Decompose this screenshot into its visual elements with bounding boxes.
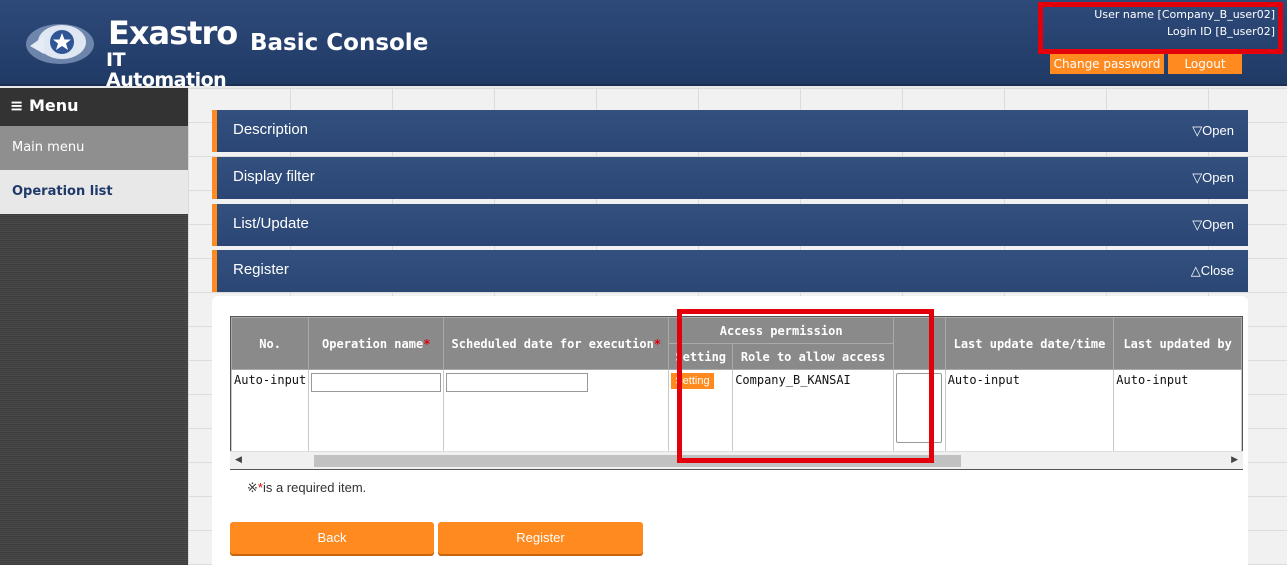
scheduled-date-input[interactable] <box>446 373 589 392</box>
section-toggle[interactable]: △Close <box>1191 263 1234 279</box>
section-toggle[interactable]: ▽Open <box>1192 170 1234 186</box>
cell-scheduled-date <box>443 369 670 452</box>
exastro-logo-icon <box>26 24 94 64</box>
section-display-filter[interactable]: Display filter ▽Open <box>212 157 1248 199</box>
logo-subtitle: IT Automation <box>106 49 227 91</box>
required-note-text: is a required item. <box>262 480 367 495</box>
required-mark: * <box>423 336 431 351</box>
back-button[interactable]: Back <box>230 522 434 554</box>
sidebar-item-main-menu[interactable]: Main menu <box>0 126 188 170</box>
col-last-updated-by: Last updated by <box>1113 317 1242 370</box>
scroll-left-icon[interactable]: ◀ <box>235 455 242 465</box>
operation-name-input[interactable] <box>311 373 442 392</box>
logo-wordmark: Exastro <box>108 14 238 52</box>
cell-last-updated-by: Auto-input <box>1113 369 1242 452</box>
cell-operation-name <box>308 369 445 452</box>
section-toggle[interactable]: ▽Open <box>1192 217 1234 233</box>
col-operation-name: Operation name* <box>308 317 445 370</box>
col-last-update: Last update date/time <box>944 317 1115 370</box>
logout-button[interactable]: Logout <box>1168 54 1242 74</box>
col-operation-name-label: Operation name <box>322 336 424 351</box>
console-title: Basic Console <box>250 30 429 56</box>
section-toggle[interactable]: ▽Open <box>1192 123 1234 139</box>
cell-last-update: Auto-input <box>944 369 1115 452</box>
main-content: Description ▽Open Display filter ▽Open L… <box>188 88 1287 565</box>
col-scheduled-date: Scheduled date for execution* <box>443 317 670 370</box>
section-label: List/Update <box>233 215 309 232</box>
section-register[interactable]: Register △Close <box>212 250 1248 292</box>
register-button[interactable]: Register <box>438 522 643 554</box>
sidebar-item-operation-list[interactable]: Operation list <box>0 170 188 214</box>
sidebar: ≡ Menu Main menu Operation list <box>0 88 188 565</box>
section-label: Register <box>233 261 289 278</box>
section-label: Display filter <box>233 168 315 185</box>
register-panel: No. Operation name* Scheduled date for e… <box>212 296 1248 565</box>
col-scheduled-date-label: Scheduled date for execution <box>451 336 654 351</box>
required-mark: * <box>653 336 662 351</box>
section-label: Description <box>233 121 309 138</box>
cell-no: Auto-input <box>231 369 310 452</box>
section-list-update[interactable]: List/Update ▽Open <box>212 204 1248 246</box>
exastro-logo: Exastro IT Automation <box>22 14 238 90</box>
required-note: ※*is a required item. <box>247 480 366 496</box>
access-permission-highlight <box>677 309 934 463</box>
user-info-highlight <box>1038 2 1283 54</box>
section-description[interactable]: Description ▽Open <box>212 110 1248 152</box>
required-note-prefix: ※ <box>247 480 258 495</box>
sidebar-menu-title[interactable]: ≡ Menu <box>0 88 188 126</box>
app-header: Exastro IT Automation Basic Console User… <box>0 0 1287 90</box>
col-no: No. <box>231 317 310 370</box>
scroll-right-icon[interactable]: ▶ <box>1231 455 1238 465</box>
change-password-button[interactable]: Change password <box>1050 54 1164 74</box>
